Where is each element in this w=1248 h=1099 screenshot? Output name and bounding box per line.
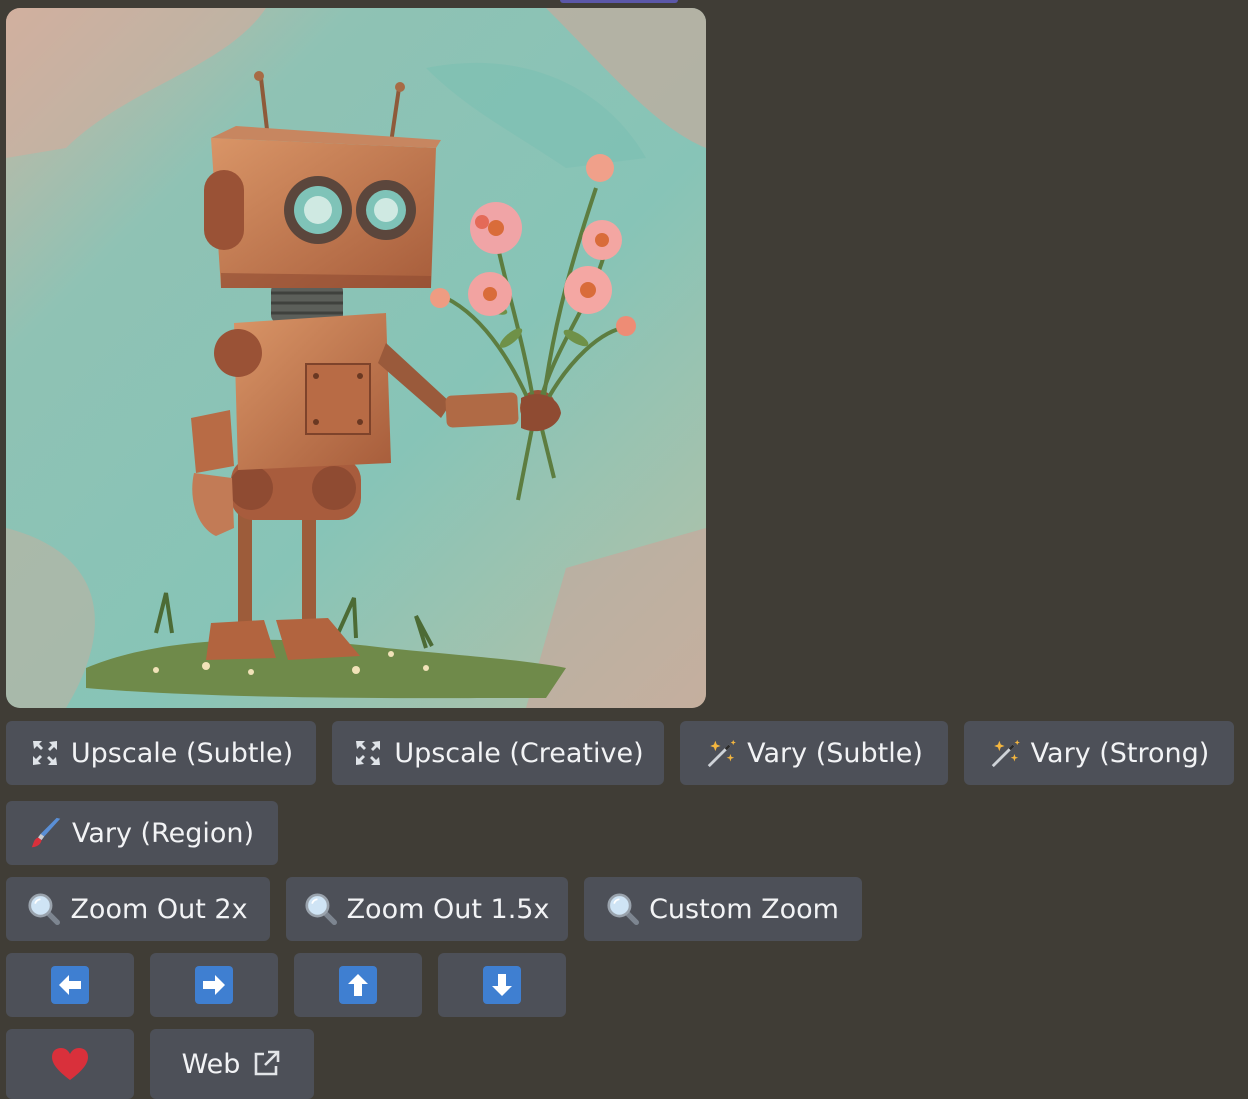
zoom-out-1-5x-label: Zoom Out 1.5x [346,893,550,925]
magnifier-icon [305,893,337,925]
custom-zoom-button[interactable]: Custom Zoom [584,877,862,941]
paintbrush-icon [30,817,62,849]
pan-down-button[interactable] [438,953,566,1017]
zoom-out-2x-button[interactable]: Zoom Out 2x [6,877,270,941]
vary-region-button[interactable]: Vary (Region) [6,801,278,865]
arrow-right-icon [195,966,233,1004]
vary-subtle-button[interactable]: Vary (Subtle) [680,721,948,785]
custom-zoom-label: Custom Zoom [649,893,839,925]
zoom-out-2x-label: Zoom Out 2x [70,893,248,925]
favorite-button[interactable] [6,1029,134,1099]
vary-subtle-label: Vary (Subtle) [747,737,923,769]
arrow-left-icon [51,966,89,1004]
upscale-creative-button[interactable]: Upscale (Creative) [332,721,664,785]
generated-image[interactable] [6,8,706,708]
expand-arrows-icon [29,737,61,769]
web-label: Web [181,1048,241,1080]
arrow-up-icon [339,966,377,1004]
vary-region-label: Vary (Region) [71,817,255,849]
magnifier-icon [607,893,640,925]
external-link-icon [250,1048,282,1080]
vary-strong-label: Vary (Strong) [1030,737,1210,769]
magic-wand-icon [989,737,1021,769]
web-button[interactable]: Web [150,1029,314,1099]
magnifier-icon [28,893,61,925]
pan-up-button[interactable] [294,953,422,1017]
expand-arrows-icon [352,737,384,769]
pan-right-button[interactable] [150,953,278,1017]
zoom-out-1-5x-button[interactable]: Zoom Out 1.5x [286,877,568,941]
magic-wand-icon [705,737,737,769]
upscale-subtle-button[interactable]: Upscale (Subtle) [6,721,316,785]
top-accent-bar [560,0,678,3]
upscale-subtle-label: Upscale (Subtle) [70,737,294,769]
vary-strong-button[interactable]: Vary (Strong) [964,721,1234,785]
heart-icon [50,1044,90,1084]
arrow-down-icon [483,966,521,1004]
upscale-creative-label: Upscale (Creative) [394,737,644,769]
pan-left-button[interactable] [6,953,134,1017]
